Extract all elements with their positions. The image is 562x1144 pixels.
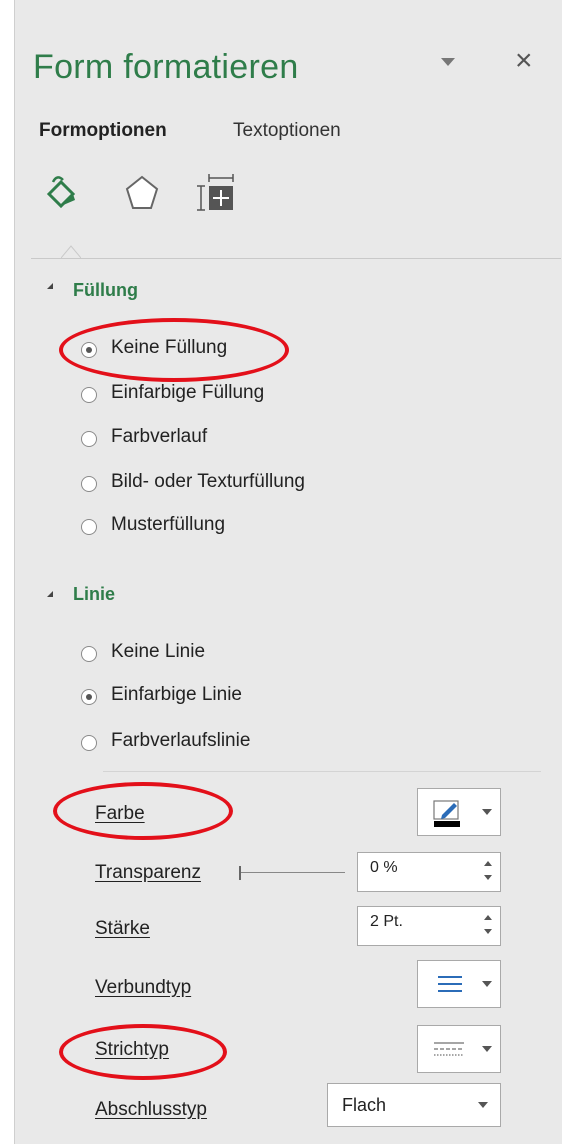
transparency-slider-handle[interactable] xyxy=(239,866,241,880)
pentagon-icon xyxy=(125,175,159,209)
spin-up-icon[interactable] xyxy=(484,915,492,920)
fill-line-tab[interactable] xyxy=(39,172,85,216)
color-label: Farbe xyxy=(95,803,145,824)
effects-tab[interactable] xyxy=(119,172,165,216)
option-picture-fill-label[interactable]: Bild- oder Texturfüllung xyxy=(111,471,305,493)
radio-gradient-line[interactable] xyxy=(81,735,97,751)
compound-lines-icon xyxy=(438,976,462,992)
pen-color-icon xyxy=(433,800,460,827)
compound-type-label: Verbundtyp xyxy=(95,977,192,998)
collapse-fill-icon[interactable] xyxy=(47,283,53,289)
width-label: Stärke xyxy=(95,918,150,939)
radio-no-line[interactable] xyxy=(81,646,97,662)
tab-shape-options[interactable]: Formoptionen xyxy=(39,120,167,142)
option-gradient-fill-label[interactable]: Farbverlauf xyxy=(111,426,207,448)
spin-down-icon[interactable] xyxy=(484,875,492,880)
transparency-value: 0 % xyxy=(370,859,398,876)
width-value: 2 Pt. xyxy=(370,913,403,930)
collapse-line-icon[interactable] xyxy=(47,591,53,597)
chevron-down-icon xyxy=(482,809,492,815)
radio-solid-line[interactable] xyxy=(81,689,97,705)
chevron-down-icon xyxy=(482,981,492,987)
transparency-spinner[interactable]: 0 % xyxy=(357,852,501,892)
pane-options-dropdown-icon[interactable] xyxy=(441,58,455,66)
cap-type-label: Abschlusstyp xyxy=(95,1099,207,1120)
format-shape-pane: Form formatieren × Formoptionen Textopti… xyxy=(14,0,562,1144)
option-solid-line-label[interactable]: Einfarbige Linie xyxy=(111,684,242,706)
radio-solid-fill[interactable] xyxy=(81,387,97,403)
compound-type-dropdown[interactable] xyxy=(417,960,501,1008)
chevron-down-icon xyxy=(478,1102,488,1108)
size-properties-icon xyxy=(197,174,234,211)
line-color-picker[interactable] xyxy=(417,788,501,836)
tab-separator xyxy=(31,258,561,259)
option-no-fill-label[interactable]: Keine Füllung xyxy=(111,337,227,359)
transparency-slider-track[interactable] xyxy=(241,872,345,873)
option-solid-fill-label[interactable]: Einfarbige Füllung xyxy=(111,382,264,404)
option-pattern-fill-label[interactable]: Musterfüllung xyxy=(111,514,225,536)
size-properties-tab[interactable] xyxy=(195,172,241,216)
paint-bucket-icon xyxy=(46,176,76,209)
dash-lines-icon xyxy=(434,1042,464,1056)
spin-down-icon[interactable] xyxy=(484,929,492,934)
cap-type-dropdown[interactable]: Flach xyxy=(327,1083,501,1127)
dash-type-dropdown[interactable] xyxy=(417,1025,501,1073)
option-gradient-line-label[interactable]: Farbverlaufslinie xyxy=(111,730,250,752)
radio-no-fill[interactable] xyxy=(81,342,97,358)
pane-title: Form formatieren xyxy=(33,48,299,86)
radio-pattern-fill[interactable] xyxy=(81,519,97,535)
options-divider xyxy=(103,771,541,772)
line-section-heading[interactable]: Linie xyxy=(73,584,115,605)
width-spinner[interactable]: 2 Pt. xyxy=(357,906,501,946)
tab-text-options[interactable]: Textoptionen xyxy=(233,120,341,142)
radio-gradient-fill[interactable] xyxy=(81,431,97,447)
option-no-line-label[interactable]: Keine Linie xyxy=(111,641,205,663)
selected-tab-caret xyxy=(61,245,81,258)
chevron-down-icon xyxy=(482,1046,492,1052)
radio-picture-fill[interactable] xyxy=(81,476,97,492)
spin-up-icon[interactable] xyxy=(484,861,492,866)
transparency-label: Transparenz xyxy=(95,862,201,883)
cap-type-value: Flach xyxy=(342,1095,387,1115)
dash-type-label: Strichtyp xyxy=(95,1039,169,1060)
fill-section-heading[interactable]: Füllung xyxy=(73,280,138,301)
close-icon[interactable]: × xyxy=(515,46,533,76)
